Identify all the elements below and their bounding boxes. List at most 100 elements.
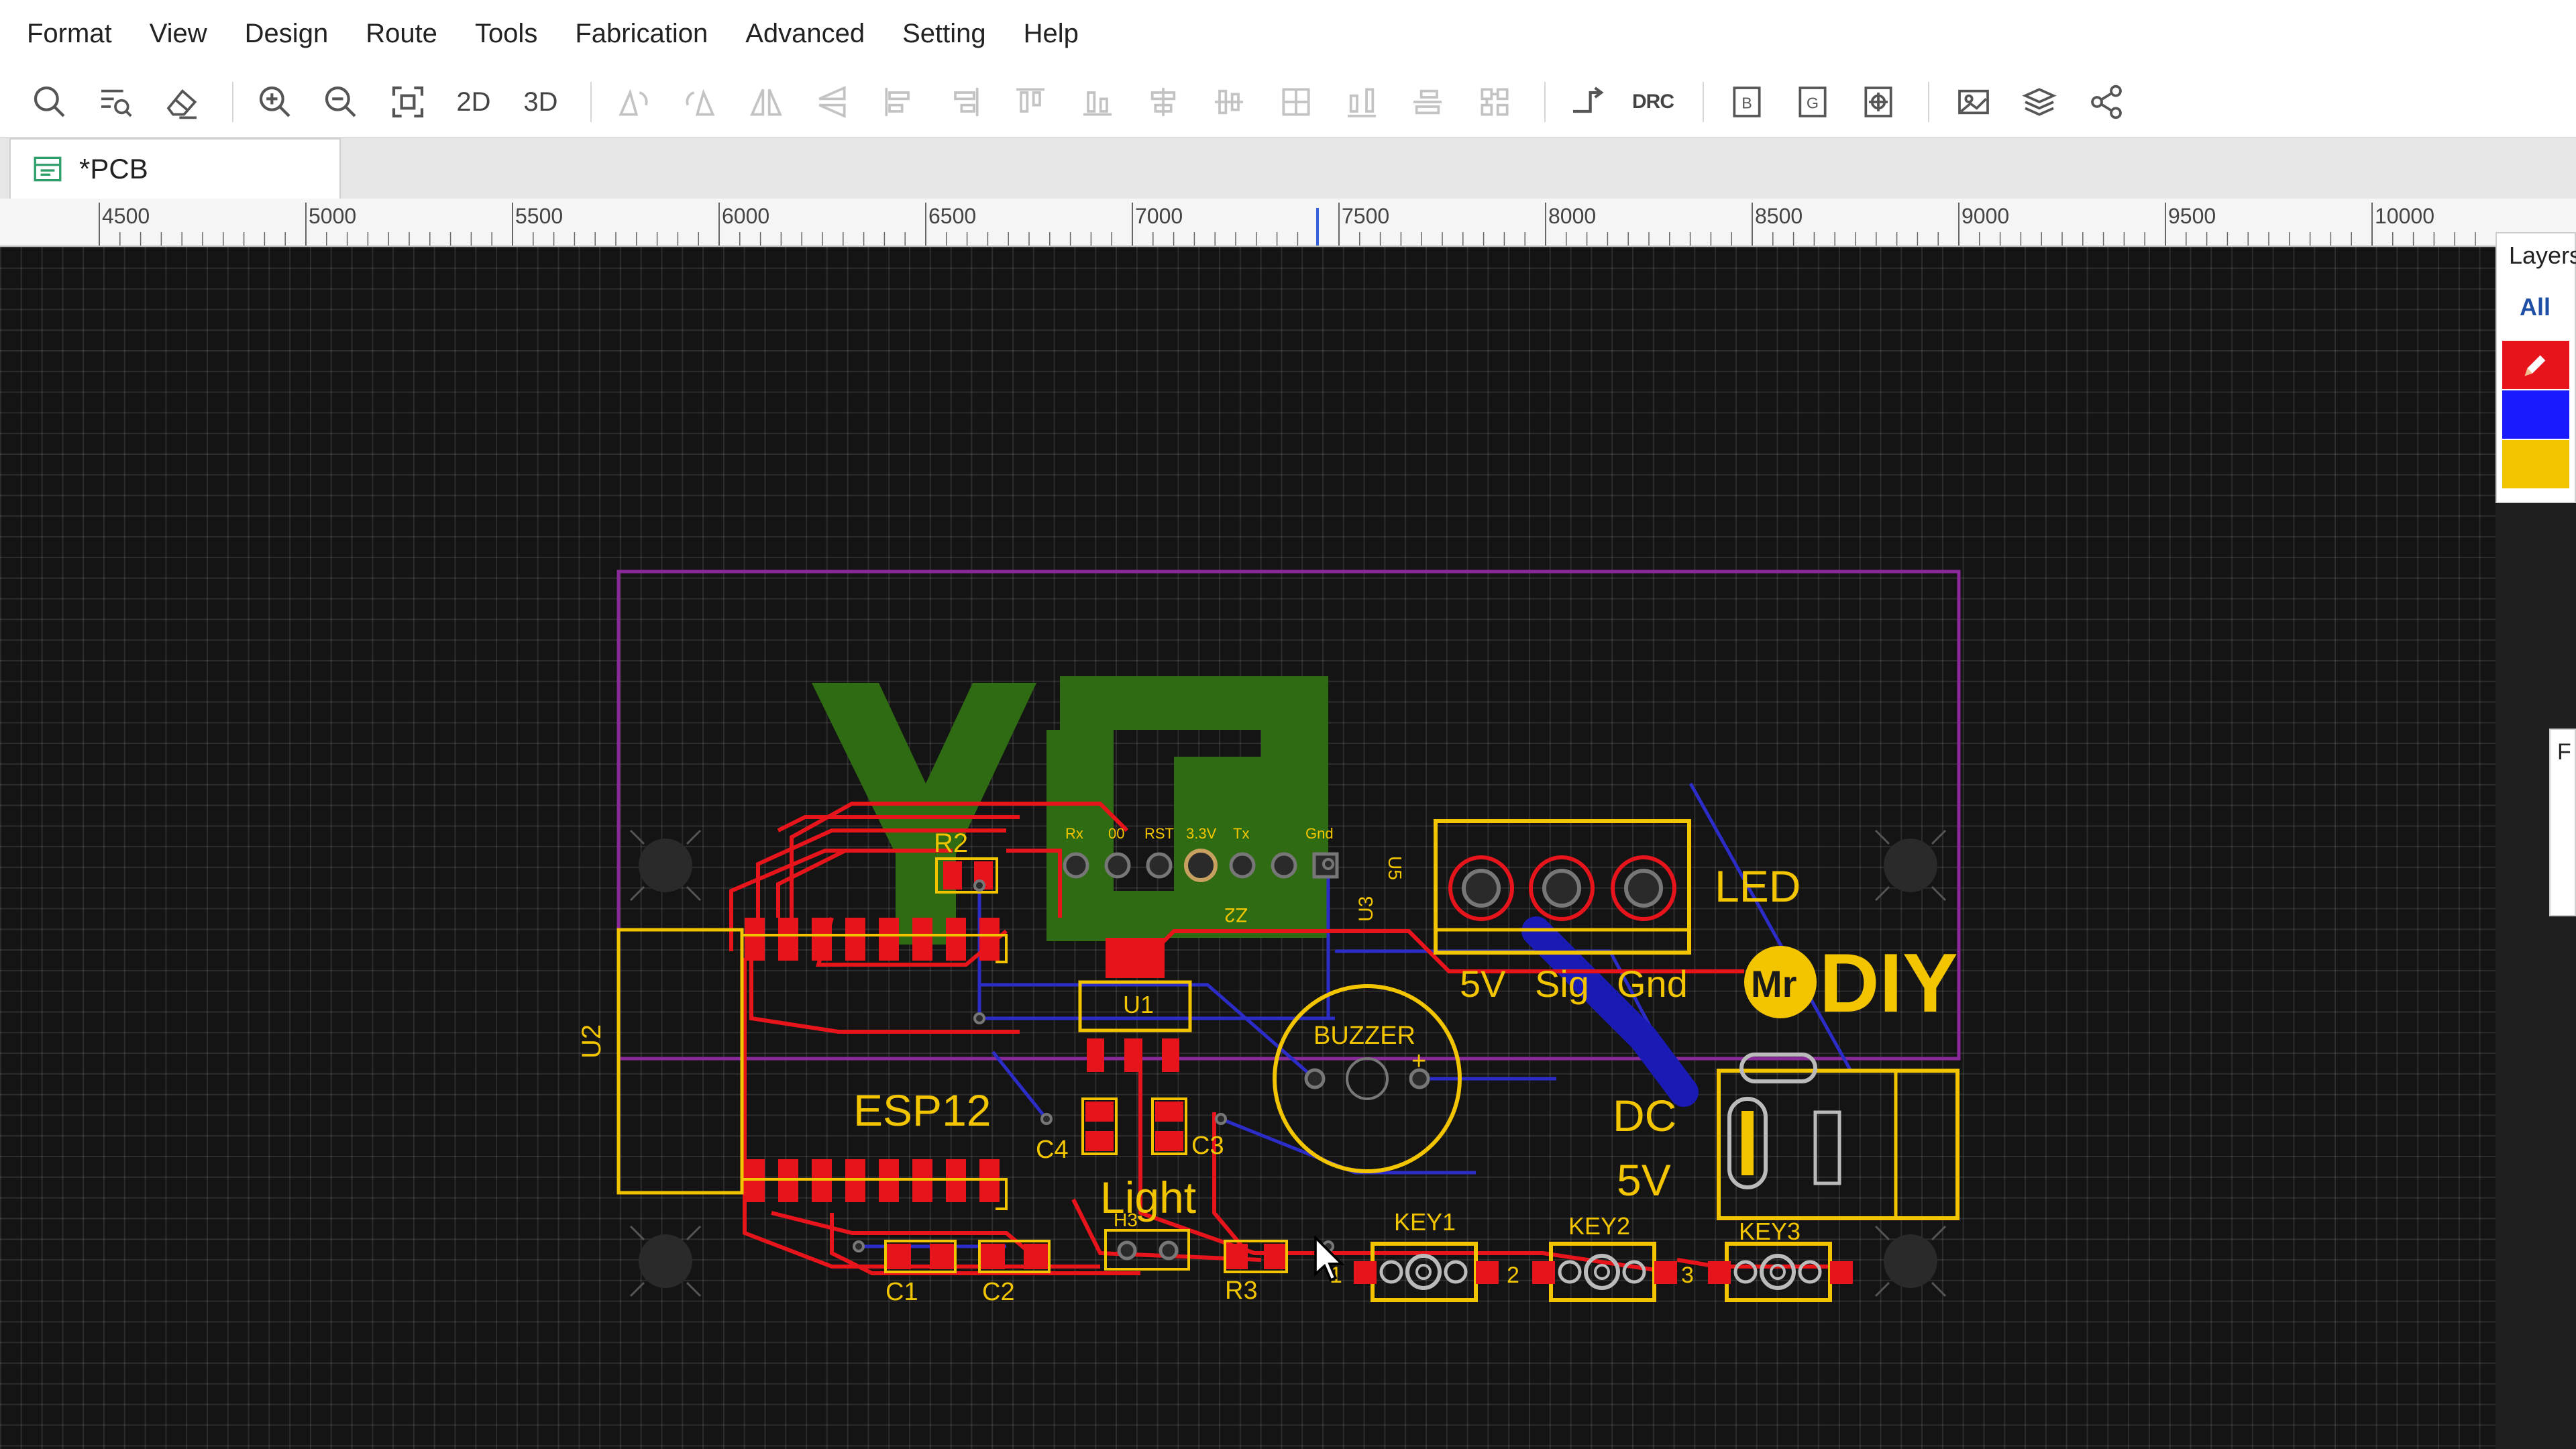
- led-pin-gnd: Gnd: [1617, 963, 1688, 1005]
- group-icon[interactable]: [1469, 76, 1520, 127]
- find-list-icon[interactable]: [90, 76, 141, 127]
- menu-view[interactable]: View: [131, 0, 226, 67]
- flip-vertical-icon[interactable]: [806, 76, 857, 127]
- key3-switch: [1708, 1242, 1853, 1302]
- route-icon[interactable]: [1562, 76, 1613, 127]
- key3-label: KEY3: [1739, 1218, 1801, 1245]
- h3-label: H3: [1114, 1210, 1138, 1230]
- menu-design[interactable]: Design: [226, 0, 347, 67]
- bottom-copper-traces: [859, 782, 1854, 1248]
- menu-tools[interactable]: Tools: [456, 0, 556, 67]
- fit-view-icon[interactable]: [382, 76, 433, 127]
- ruler-label: 6500: [928, 204, 977, 228]
- header-label-tx: Tx: [1233, 825, 1249, 842]
- svg-text:G: G: [1807, 94, 1819, 111]
- align-left-icon[interactable]: [873, 76, 924, 127]
- menu-bar: Format View Design Route Tools Fabricati…: [0, 0, 2576, 67]
- c2-pad: [1024, 1244, 1048, 1269]
- pick-place-icon[interactable]: [1853, 76, 1904, 127]
- layers-title: Layers: [2509, 241, 2576, 269]
- header-label-rx: Rx: [1065, 825, 1083, 842]
- menu-help[interactable]: Help: [1005, 0, 1097, 67]
- rotate-right-icon[interactable]: [675, 76, 726, 127]
- align-right-icon[interactable]: [939, 76, 990, 127]
- ruler-label: 4500: [102, 204, 150, 228]
- ruler-label: 10000: [2375, 204, 2434, 228]
- c3-pad: [1155, 1102, 1183, 1122]
- rotate-left-icon[interactable]: [608, 76, 659, 127]
- key-num-3: 3: [1681, 1263, 1694, 1288]
- logo-mr: Mr: [1751, 963, 1796, 1005]
- u2-label: U2: [577, 1024, 606, 1059]
- mouse-cursor-icon: [1314, 1236, 1345, 1282]
- pcb-board[interactable]: ESP12 U2 R2 Rx 00 RST 3.3V Tx Gnd Z2 U3 …: [0, 247, 2496, 1449]
- ruler-label: 7000: [1135, 204, 1183, 228]
- share-icon[interactable]: [2081, 76, 2132, 127]
- view-2d-button[interactable]: 2D: [448, 76, 499, 127]
- c2-label: C2: [982, 1278, 1015, 1306]
- search-icon[interactable]: [24, 76, 75, 127]
- r3-pad: [1264, 1244, 1285, 1269]
- eraser-icon[interactable]: [157, 76, 208, 127]
- tab-pcb[interactable]: *PCB: [9, 138, 341, 199]
- c1-label: C1: [885, 1278, 918, 1306]
- layer-bottom-copper[interactable]: [2502, 390, 2569, 439]
- menu-setting[interactable]: Setting: [883, 0, 1005, 67]
- side-panel-collapsed[interactable]: F: [2549, 729, 2576, 916]
- view-3d-button[interactable]: 3D: [515, 76, 566, 127]
- ruler-label: 9500: [2168, 204, 2216, 228]
- menu-route[interactable]: Route: [347, 0, 456, 67]
- align-center-v-icon[interactable]: [1203, 76, 1254, 127]
- led-connector-pins: [1448, 855, 1676, 921]
- photo-view-icon[interactable]: [1948, 76, 1999, 127]
- c2-pad: [981, 1244, 1005, 1269]
- c4-label: C4: [1036, 1136, 1069, 1164]
- h3-pad: [1117, 1240, 1137, 1260]
- layer-silkscreen[interactable]: [2502, 440, 2569, 488]
- power-trace: [1521, 916, 1699, 1107]
- align-center-h-icon[interactable]: [1138, 76, 1189, 127]
- zoom-out-icon[interactable]: [315, 76, 366, 127]
- key1-label: KEY1: [1394, 1208, 1456, 1236]
- led-label: LED: [1715, 861, 1801, 911]
- distribute-v-icon[interactable]: [1402, 76, 1453, 127]
- dc-label: DC: [1613, 1091, 1676, 1140]
- dc-5v-label: 5V: [1617, 1155, 1671, 1205]
- menu-fabrication[interactable]: Fabrication: [556, 0, 727, 67]
- distribute-h-icon[interactable]: [1336, 76, 1387, 127]
- r3-label: R3: [1225, 1277, 1258, 1305]
- layers-icon[interactable]: [2014, 76, 2065, 127]
- pcb-canvas[interactable]: ESP12 U2 R2 Rx 00 RST 3.3V Tx Gnd Z2 U3 …: [0, 247, 2496, 1449]
- ruler-label: 5500: [515, 204, 564, 228]
- drc-button[interactable]: DRC: [1627, 76, 1678, 127]
- u2-outline: [616, 928, 744, 1195]
- u1-tab-pad: [1106, 938, 1165, 978]
- key2-label: KEY2: [1568, 1212, 1630, 1240]
- toolbar: 2D 3D DRC B G: [0, 67, 2576, 138]
- flip-horizontal-icon[interactable]: [741, 76, 792, 127]
- c1-pad: [930, 1244, 954, 1269]
- tab-bar: *PCB: [0, 138, 2576, 199]
- menu-advanced[interactable]: Advanced: [727, 0, 883, 67]
- side-panel-label: F: [2557, 739, 2571, 765]
- r2-label: R2: [934, 828, 968, 858]
- tab-label: *PCB: [79, 153, 148, 184]
- ruler-label: 8500: [1755, 204, 1803, 228]
- buzzer-pad: [1304, 1068, 1326, 1089]
- layers-all-button[interactable]: All: [2500, 280, 2571, 334]
- esp12-label: ESP12: [853, 1085, 991, 1135]
- z2-label: Z2: [1224, 904, 1248, 926]
- zoom-in-icon[interactable]: [250, 76, 301, 127]
- r3-pad: [1226, 1244, 1248, 1269]
- align-top-icon[interactable]: [1005, 76, 1056, 127]
- ruler-label: 6000: [722, 204, 770, 228]
- c4-pad: [1085, 1131, 1114, 1151]
- buzzer-center: [1346, 1057, 1389, 1100]
- header-label-00: 00: [1108, 825, 1124, 842]
- bom-icon[interactable]: B: [1721, 76, 1772, 127]
- gerber-icon[interactable]: G: [1787, 76, 1838, 127]
- menu-format[interactable]: Format: [0, 0, 131, 67]
- header-label-3v3: 3.3V: [1186, 825, 1217, 842]
- align-grid-icon[interactable]: [1271, 76, 1322, 127]
- align-bottom-icon[interactable]: [1072, 76, 1123, 127]
